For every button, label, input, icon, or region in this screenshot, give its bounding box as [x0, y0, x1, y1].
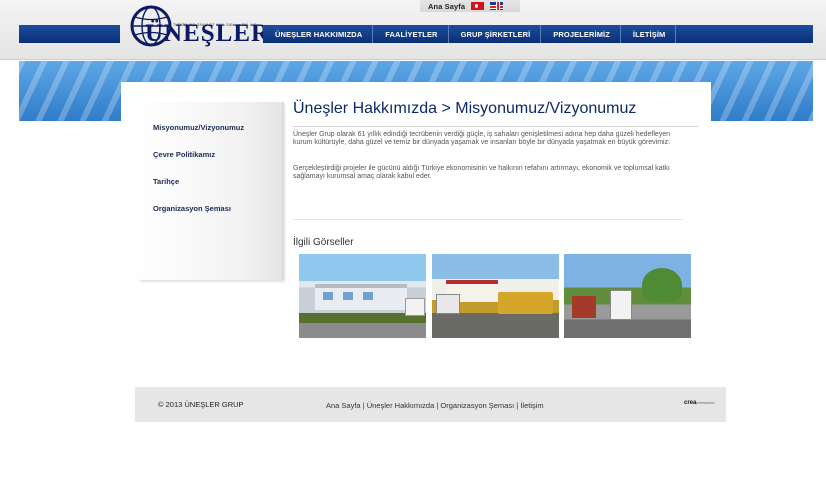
guard-booth-shape — [572, 296, 596, 318]
nav-item-projects[interactable]: PROJELERİMİZ — [541, 25, 621, 43]
dump-truck-shape — [498, 292, 553, 314]
truck-shape — [610, 290, 632, 320]
sidebar-item-history[interactable]: Tarihçe — [153, 177, 179, 186]
nav-item-about[interactable]: ÜNEŞLER HAKKIMIZDA — [263, 25, 374, 43]
tree-shape — [642, 268, 682, 302]
logo[interactable]: TURİZM İNŞ. TAAHHÜT NAK. SAN. ve TİC. A.… — [129, 4, 269, 48]
window-shape — [343, 292, 353, 300]
nav-item-contact[interactable]: İLETİŞİM — [621, 25, 677, 43]
sidebar: Misyonumuz/Vizyonumuz Çevre Politikamız … — [138, 102, 284, 280]
logo-text: ÜNEŞLER — [145, 20, 271, 47]
sidebar-item-mission[interactable]: Misyonumuz/Vizyonumuz — [153, 123, 244, 132]
mixer-truck-shape — [436, 294, 460, 314]
credit-text: crea — [684, 400, 697, 406]
mission-paragraph: Üneşler Grup olarak 61 yıllık edindiği t… — [293, 131, 671, 147]
top-utility-bar: Ana Sayfa — [420, 0, 520, 12]
home-link[interactable]: Ana Sayfa — [428, 2, 465, 11]
nav-item-activities[interactable]: FAALİYETLER — [373, 25, 449, 43]
copyright-text: © 2013 ÜNEŞLER GRUP — [158, 400, 244, 409]
window-shape — [323, 292, 333, 300]
window-shape — [363, 292, 373, 300]
content-divider — [293, 219, 683, 220]
sidebar-item-organization[interactable]: Organizasyon Şeması — [153, 204, 231, 213]
vision-paragraph: Gerçekleştirdiği projeler ile gücünü ald… — [293, 165, 670, 181]
navbar-left-strip — [19, 25, 120, 43]
truck-shape — [405, 298, 425, 316]
gallery-image-trucks[interactable] — [432, 254, 559, 338]
turkish-flag-icon[interactable] — [471, 2, 485, 10]
page-title: Üneşler Hakkımızda > Misyonumuz/Vizyonum… — [293, 100, 637, 117]
title-divider — [293, 126, 698, 127]
footer-link-organization[interactable]: Organizasyon Şeması — [440, 401, 514, 410]
footer-links: Ana Sayfa | Üneşler Hakkımızda | Organiz… — [326, 401, 544, 410]
sidebar-item-environment[interactable]: Çevre Politikamız — [153, 150, 215, 159]
credit-logo[interactable]: creainteractive — [684, 400, 715, 406]
footer-link-home[interactable]: Ana Sayfa — [326, 401, 361, 410]
gallery-title: İlgili Görseller — [293, 237, 354, 248]
footer-link-about[interactable]: Üneşler Hakkımızda — [367, 401, 435, 410]
main-nav: ÜNEŞLER HAKKIMIZDA FAALİYETLER GRUP ŞİRK… — [263, 25, 813, 43]
uk-flag-icon[interactable] — [490, 2, 504, 10]
nav-item-group-companies[interactable]: GRUP ŞİRKETLERİ — [449, 25, 542, 43]
footer-link-contact[interactable]: İletişim — [520, 401, 543, 410]
gallery-image-site[interactable] — [564, 254, 691, 338]
credit-small-text: interactive — [696, 400, 715, 405]
gallery-image-building[interactable] — [299, 254, 426, 338]
